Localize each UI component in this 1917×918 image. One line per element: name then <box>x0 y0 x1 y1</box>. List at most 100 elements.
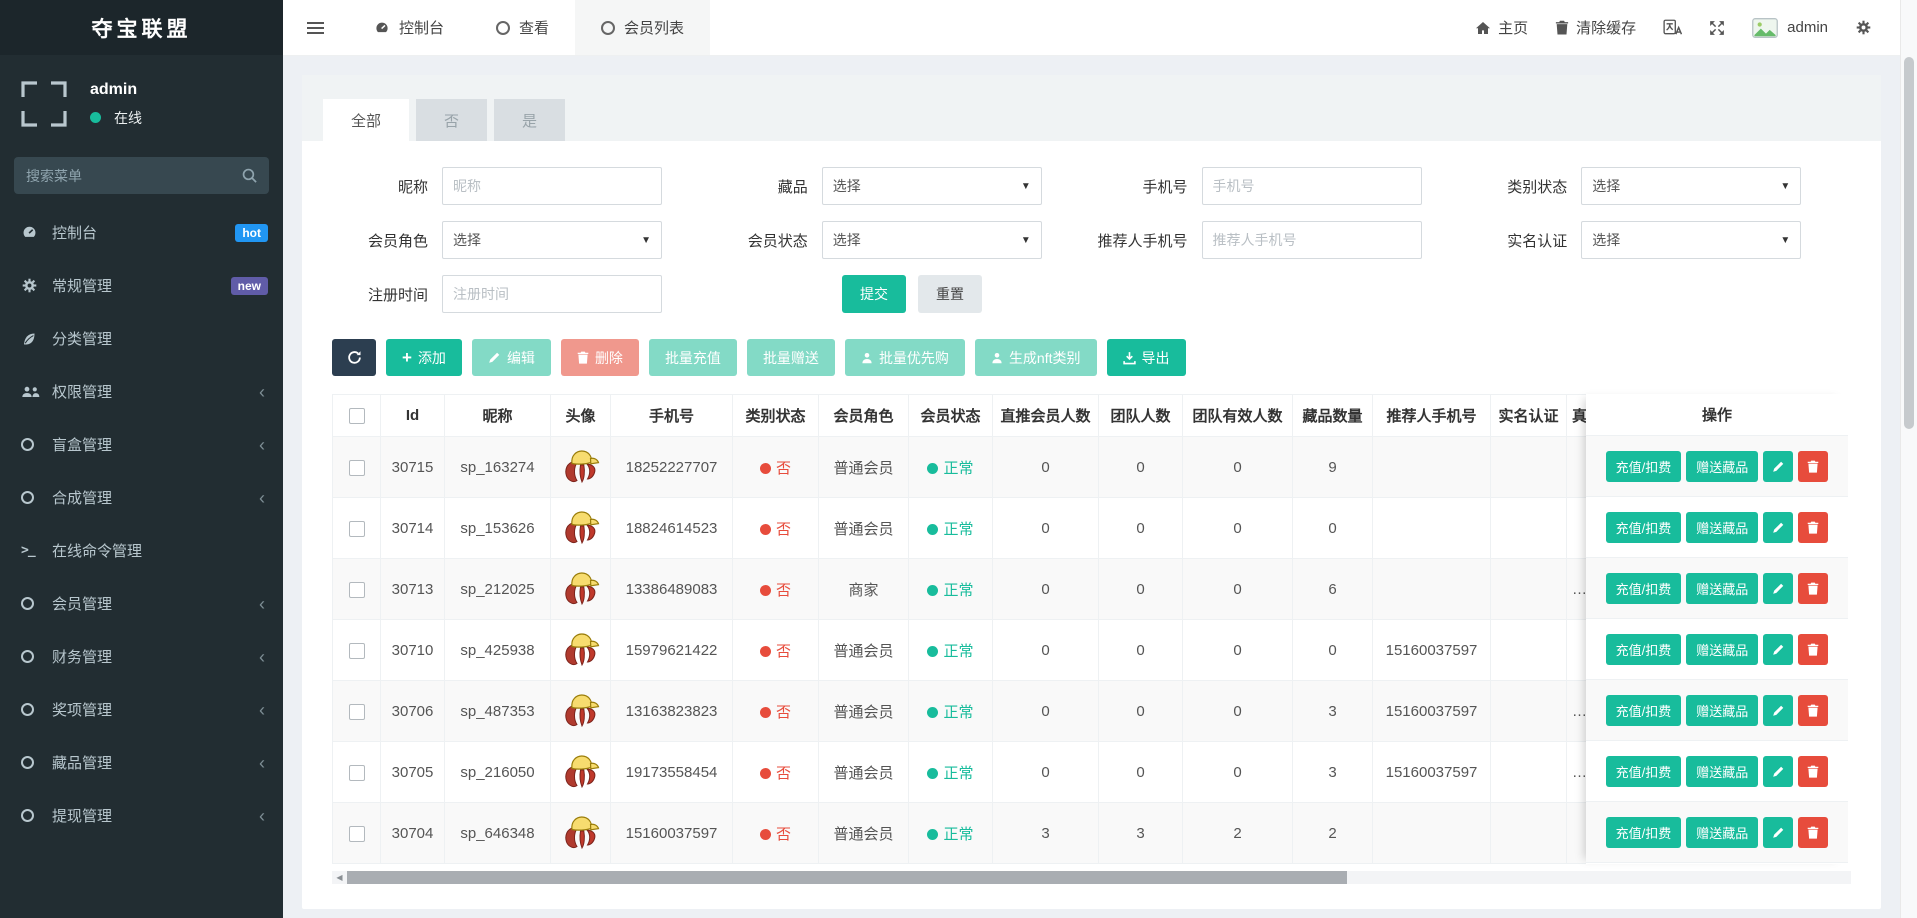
avatar-image[interactable] <box>559 689 603 733</box>
edit-row-button[interactable] <box>1763 695 1793 726</box>
recharge-button[interactable]: 充值/扣费 <box>1606 756 1682 787</box>
delete-row-button[interactable] <box>1798 695 1828 726</box>
menu-search-input[interactable] <box>14 157 269 194</box>
vertical-scrollbar-thumb[interactable] <box>1904 57 1914 429</box>
gift-button[interactable]: 赠送藏品 <box>1686 756 1758 787</box>
app-logo[interactable]: 夺宝联盟 <box>0 0 283 55</box>
tab-all[interactable]: 全部 <box>323 99 409 141</box>
gift-button[interactable]: 赠送藏品 <box>1686 695 1758 726</box>
register-time-input[interactable] <box>442 275 662 313</box>
sidebar-item-award[interactable]: 奖项管理 ‹ <box>0 683 283 736</box>
sidebar-item-withdraw[interactable]: 提现管理 ‹ <box>0 789 283 842</box>
home-link[interactable]: 主页 <box>1475 17 1528 38</box>
nav-tab-console[interactable]: 控制台 <box>348 0 470 55</box>
gift-button[interactable]: 赠送藏品 <box>1686 817 1758 848</box>
recharge-button[interactable]: 充值/扣费 <box>1606 817 1682 848</box>
gift-button[interactable]: 赠送藏品 <box>1686 634 1758 665</box>
clear-cache-link[interactable]: 清除缓存 <box>1555 17 1636 38</box>
sidebar-item-general[interactable]: 常规管理 new <box>0 259 283 312</box>
phone-input[interactable] <box>1202 167 1422 205</box>
gift-button[interactable]: 赠送藏品 <box>1686 512 1758 543</box>
tab-yes[interactable]: 是 <box>494 99 565 141</box>
chevron-left-icon: ‹ <box>259 701 268 719</box>
fullscreen-icon[interactable] <box>1709 20 1725 36</box>
scroll-left-arrow-icon[interactable]: ◀ <box>332 873 347 882</box>
delete-row-button[interactable] <box>1798 451 1828 482</box>
chevron-left-icon: ‹ <box>259 754 268 772</box>
online-dot-icon <box>90 112 101 123</box>
user-menu[interactable]: admin <box>1752 18 1828 38</box>
sidebar-item-synthesis[interactable]: 合成管理 ‹ <box>0 471 283 524</box>
delete-row-button[interactable] <box>1798 634 1828 665</box>
horizontal-scrollbar[interactable]: ◀ <box>332 871 1851 884</box>
submit-button[interactable]: 提交 <box>842 275 906 313</box>
sidebar-item-permission[interactable]: 权限管理 ‹ <box>0 365 283 418</box>
settings-gear-icon[interactable] <box>1855 19 1872 36</box>
avatar-image[interactable] <box>559 628 603 672</box>
recharge-button[interactable]: 充值/扣费 <box>1606 451 1682 482</box>
generate-nft-button[interactable]: 生成nft类别 <box>975 339 1097 376</box>
row-checkbox[interactable] <box>349 643 365 659</box>
horizontal-scrollbar-thumb[interactable] <box>347 871 1347 884</box>
delete-row-button[interactable] <box>1798 512 1828 543</box>
export-button[interactable]: 导出 <box>1107 339 1186 376</box>
sidebar-item-category[interactable]: 分类管理 <box>0 312 283 365</box>
delete-row-button[interactable] <box>1798 573 1828 604</box>
sidebar-item-blindbox[interactable]: 盲盒管理 ‹ <box>0 418 283 471</box>
member-role-select[interactable]: 选择 ▼ <box>442 221 662 259</box>
sidebar-toggle-button[interactable] <box>283 0 348 55</box>
batch-recharge-button[interactable]: 批量充值 <box>649 339 737 376</box>
avatar-image[interactable] <box>559 506 603 550</box>
edit-button[interactable]: 编辑 <box>472 339 551 376</box>
nickname-input[interactable] <box>442 167 662 205</box>
nav-tab-view[interactable]: 查看 <box>470 0 575 55</box>
gift-button[interactable]: 赠送藏品 <box>1686 451 1758 482</box>
member-status-select[interactable]: 选择 ▼ <box>822 221 1042 259</box>
recharge-button[interactable]: 充值/扣费 <box>1606 573 1682 604</box>
gift-button[interactable]: 赠送藏品 <box>1686 573 1758 604</box>
edit-row-button[interactable] <box>1763 756 1793 787</box>
table-row: 30704 sp_646348 15160037597 否 普通会员 正常 3 … <box>333 803 1637 864</box>
sidebar-item-member[interactable]: 会员管理 ‹ <box>0 577 283 630</box>
edit-row-button[interactable] <box>1763 573 1793 604</box>
language-icon[interactable] <box>1663 19 1682 36</box>
recharge-button[interactable]: 充值/扣费 <box>1606 634 1682 665</box>
refresh-button[interactable] <box>332 339 376 376</box>
row-checkbox[interactable] <box>349 826 365 842</box>
referrer-phone-input[interactable] <box>1202 221 1422 259</box>
edit-row-button[interactable] <box>1763 634 1793 665</box>
sidebar-item-collection[interactable]: 藏品管理 ‹ <box>0 736 283 789</box>
row-checkbox[interactable] <box>349 460 365 476</box>
recharge-button[interactable]: 充值/扣费 <box>1606 695 1682 726</box>
delete-row-button[interactable] <box>1798 817 1828 848</box>
row-checkbox[interactable] <box>349 765 365 781</box>
tab-no[interactable]: 否 <box>416 99 487 141</box>
collection-select[interactable]: 选择 ▼ <box>822 167 1042 205</box>
nav-tab-member-list[interactable]: 会员列表 <box>575 0 710 55</box>
chevron-left-icon: ‹ <box>259 595 268 613</box>
row-checkbox[interactable] <box>349 521 365 537</box>
category-status-select[interactable]: 选择 ▼ <box>1581 167 1801 205</box>
sidebar-item-finance[interactable]: 财务管理 ‹ <box>0 630 283 683</box>
reset-button[interactable]: 重置 <box>918 275 982 313</box>
batch-gift-button[interactable]: 批量赠送 <box>747 339 835 376</box>
avatar-image[interactable] <box>559 567 603 611</box>
sidebar-item-console[interactable]: 控制台 hot <box>0 206 283 259</box>
avatar-image[interactable] <box>559 750 603 794</box>
avatar-image[interactable] <box>559 445 603 489</box>
add-button[interactable]: +添加 <box>386 339 462 376</box>
delete-row-button[interactable] <box>1798 756 1828 787</box>
select-all-checkbox[interactable] <box>349 408 365 424</box>
row-checkbox[interactable] <box>349 704 365 720</box>
edit-row-button[interactable] <box>1763 817 1793 848</box>
row-checkbox[interactable] <box>349 582 365 598</box>
realname-auth-select[interactable]: 选择 ▼ <box>1581 221 1801 259</box>
avatar-image[interactable] <box>559 811 603 855</box>
vertical-scrollbar[interactable] <box>1900 0 1917 918</box>
sidebar-item-online-command[interactable]: >_ 在线命令管理 <box>0 524 283 577</box>
recharge-button[interactable]: 充值/扣费 <box>1606 512 1682 543</box>
delete-button[interactable]: 删除 <box>561 339 639 376</box>
batch-priority-button[interactable]: 批量优先购 <box>845 339 965 376</box>
edit-row-button[interactable] <box>1763 451 1793 482</box>
edit-row-button[interactable] <box>1763 512 1793 543</box>
